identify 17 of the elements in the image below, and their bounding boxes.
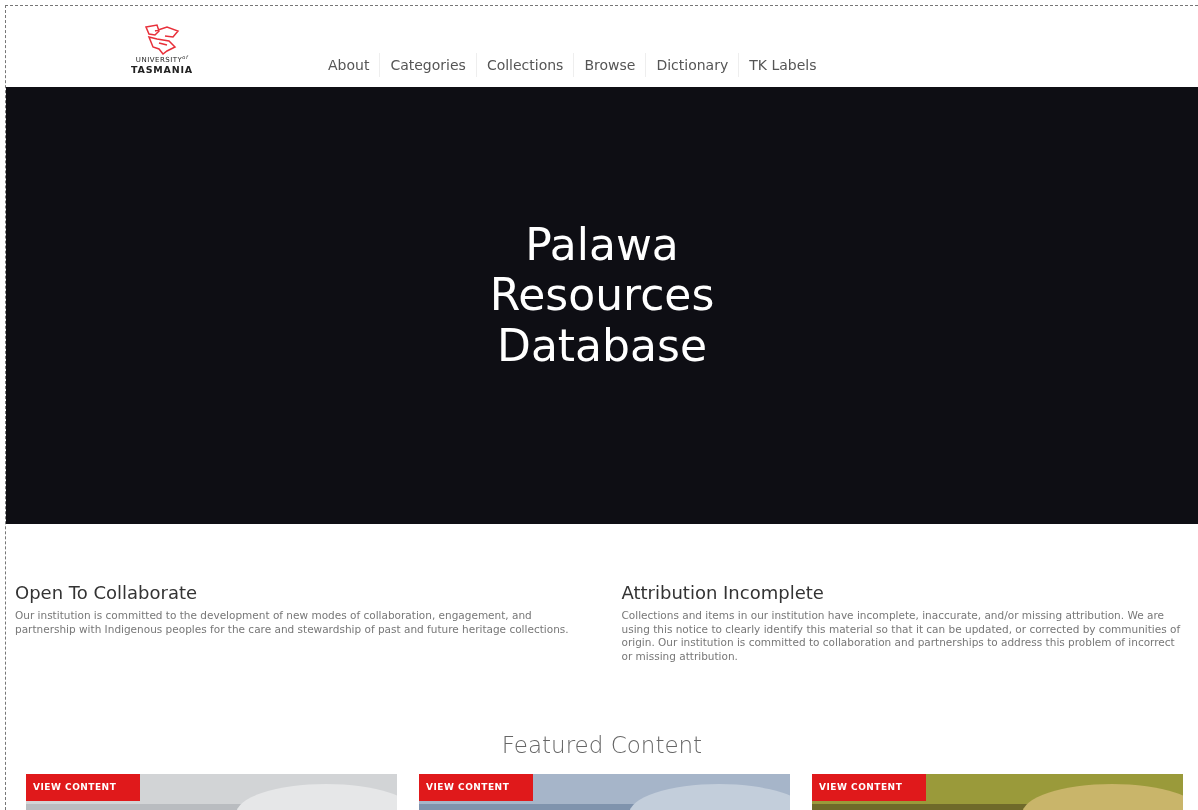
view-content-button[interactable]: VIEW CONTENT <box>812 774 927 801</box>
nav-link[interactable]: About <box>318 53 380 77</box>
notice-title: Open To Collaborate <box>15 582 199 603</box>
section-title: Featured Content <box>500 732 704 758</box>
nav-link[interactable]: Categories <box>379 53 476 77</box>
lion-icon <box>143 23 181 56</box>
view-content-button[interactable]: VIEW CONTENT <box>419 774 534 801</box>
nav-link[interactable]: Dictionary <box>645 53 739 77</box>
nav-link[interactable]: Browse <box>573 53 646 77</box>
logo-text: TASMANIA <box>131 64 193 75</box>
nav-link[interactable]: Collections <box>475 53 574 77</box>
notice-text: Collections and items in our institution have incomplete, inaccurate, and/or missing attribution. We are using this notice to clearly identify this material so that it can be updated, or corrected by communities of origin. Our institution is committed to collaboration and partnerships to address this problem of incorrect or missing attribution. <box>621 609 1182 664</box>
notice-text: Our institution is committed to the development of new modes of collaboration, engagement, and partnership with Indigenous peoples for the care and stewardship of past and future heritage collections. <box>15 609 570 637</box>
notice-title: Attribution Incomplete <box>621 582 825 603</box>
hero-title: Palawa Resources Database <box>488 219 716 372</box>
view-content-button[interactable]: VIEW CONTENT <box>26 774 141 801</box>
nav-link[interactable]: TK Labels <box>738 53 827 77</box>
